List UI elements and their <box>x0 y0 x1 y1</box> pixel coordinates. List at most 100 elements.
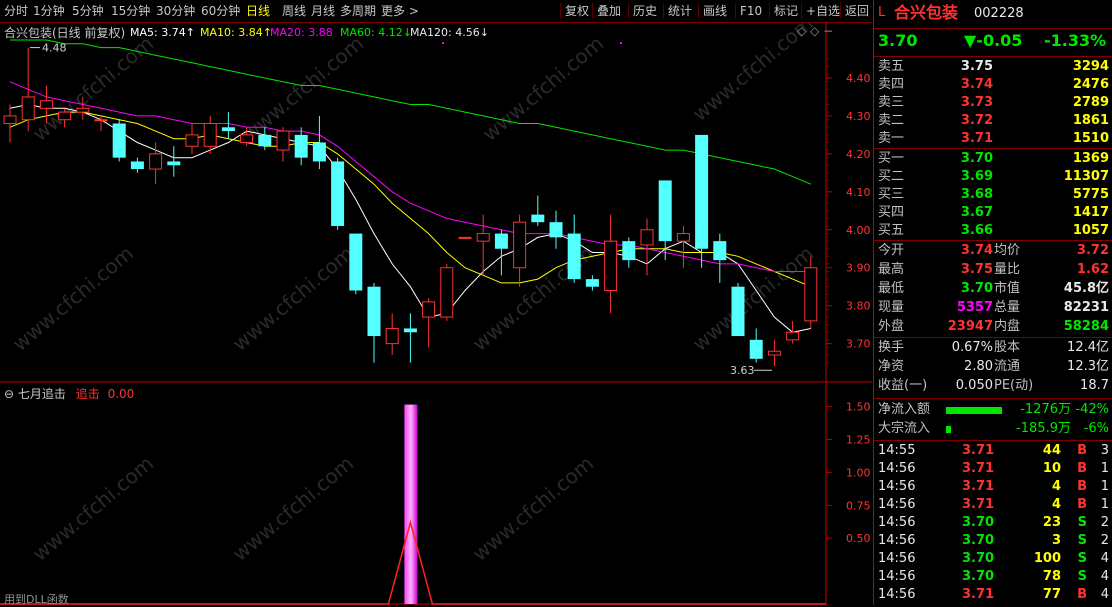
period-tab-5[interactable]: 60分钟 <box>201 0 240 22</box>
period-tab-8[interactable]: 月线 <box>311 0 335 22</box>
candle-body <box>749 339 763 359</box>
stat-row[interactable]: 最低 3.70 市值 45.8亿 <box>874 280 1112 298</box>
tool-button-7[interactable]: +自选 <box>806 0 840 22</box>
period-tab-1[interactable]: 1分钟 <box>33 0 65 22</box>
flow-pct: -6% <box>1083 421 1109 436</box>
bid-row[interactable]: 买五 3.66 1057 <box>874 222 1112 240</box>
period-tab-2[interactable]: 5分钟 <box>72 0 104 22</box>
tool-button-8[interactable]: 返回 <box>845 0 869 22</box>
diamond-icon[interactable]: ◇ ◇ − <box>797 24 833 38</box>
flow-value: -185.9万 <box>1016 421 1071 436</box>
tick-volume: 23 <box>1042 515 1061 530</box>
stat-row[interactable]: 最高 3.75 量比 1.62 <box>874 261 1112 279</box>
sub-y-tick-label: 0.50 <box>846 532 871 545</box>
tick-time: 14:56 <box>878 497 916 512</box>
period-tab-6[interactable]: 日线 <box>246 0 270 22</box>
tick-row[interactable]: 14:56 3.71 4 B 1 <box>874 478 1112 496</box>
ask-row[interactable]: 卖三 3.73 2789 <box>874 94 1112 112</box>
tool-button-0[interactable]: 复权 <box>565 0 589 22</box>
ask-price: 3.73 <box>960 95 993 110</box>
ask-row[interactable]: 卖五 3.75 3294 <box>874 58 1112 76</box>
candle-body <box>440 267 454 318</box>
high-price-marker: 4.48 <box>42 42 67 55</box>
candle-body <box>349 233 363 291</box>
candle-body <box>149 153 163 170</box>
tool-button-3[interactable]: 统计 <box>668 0 692 22</box>
stock-chart-title: 合兴包装(日线 前复权) <box>4 26 126 40</box>
collapse-icon[interactable]: ⊖ <box>4 387 18 401</box>
watermark: www.cfchi.com <box>8 241 138 356</box>
bid-price: 3.70 <box>960 151 993 166</box>
tool-button-1[interactable]: 叠加 <box>597 0 621 22</box>
flow-row[interactable]: 大宗流入 -185.9万 -6% <box>874 420 1112 438</box>
bid-row[interactable]: 买一 3.70 1369 <box>874 150 1112 168</box>
candle-body <box>567 233 581 280</box>
marker-dot <box>620 42 622 44</box>
tick-row[interactable]: 14:56 3.71 10 B 1 <box>874 460 1112 478</box>
tick-time: 14:56 <box>878 515 916 530</box>
period-tab-4[interactable]: 30分钟 <box>156 0 195 22</box>
period-tab-0[interactable]: 分时 <box>4 0 28 22</box>
tool-button-2[interactable]: 历史 <box>633 0 657 22</box>
tick-row[interactable]: 14:56 3.71 4 B 1 <box>874 496 1112 514</box>
candle-body <box>531 214 545 223</box>
tick-row[interactable]: 14:56 3.70 23 S 2 <box>874 514 1112 532</box>
stat-label: 均价 <box>994 243 1021 258</box>
tick-row[interactable]: 14:56 3.70 78 S 4 <box>874 568 1112 586</box>
stat2-value: 18.7 <box>1080 378 1109 393</box>
candle-body <box>167 161 181 166</box>
tick-volume: 77 <box>1042 587 1061 602</box>
stat-value: 5357 <box>956 300 993 315</box>
tick-row[interactable]: 14:56 3.70 3 S 2 <box>874 532 1112 550</box>
stat2-row[interactable]: 换手 0.67% 股本 12.4亿 <box>874 339 1112 357</box>
flow-bar <box>946 426 951 433</box>
candle-body <box>713 241 727 261</box>
ask-price: 3.71 <box>960 131 993 146</box>
candle-body <box>240 134 254 143</box>
ask-row[interactable]: 卖一 3.71 1510 <box>874 130 1112 148</box>
kline-chart[interactable]: 4.40 4.30 4.20 4.10 4.00 3.90 3.80 3.70 www.cfch… <box>0 22 872 605</box>
bid-label: 买三 <box>878 187 905 202</box>
bid-row[interactable]: 买二 3.69 11307 <box>874 168 1112 186</box>
flow-label: 大宗流入 <box>878 421 931 436</box>
watermark: www.cfchi.com <box>28 451 158 566</box>
ask-row[interactable]: 卖二 3.72 1861 <box>874 112 1112 130</box>
low-price-marker: 3.63 <box>730 364 755 377</box>
stat-value: 1.62 <box>1076 262 1109 277</box>
bid-volume: 1369 <box>1072 151 1109 166</box>
tool-button-5[interactable]: F10 <box>740 0 762 22</box>
tick-row[interactable]: 14:56 3.70 100 S 4 <box>874 550 1112 568</box>
tick-volume: 78 <box>1042 569 1061 584</box>
ask-label: 卖五 <box>878 59 905 74</box>
tick-side: B <box>1077 587 1087 602</box>
tool-button-6[interactable]: 标记 <box>774 0 798 22</box>
tick-count: 1 <box>1100 461 1109 476</box>
candle-body <box>76 107 90 113</box>
bid-row[interactable]: 买三 3.68 5775 <box>874 186 1112 204</box>
period-tab-9[interactable]: 多周期 <box>340 0 376 22</box>
tool-button-4[interactable]: 画线 <box>703 0 727 22</box>
stat-row[interactable]: 现量 5357 总量 82231 <box>874 299 1112 317</box>
stock-name[interactable]: 合兴包装 <box>894 4 958 22</box>
tick-row[interactable]: 14:55 3.71 44 B 3 <box>874 442 1112 460</box>
period-tab-7[interactable]: 周线 <box>282 0 306 22</box>
bid-row[interactable]: 买四 3.67 1417 <box>874 204 1112 222</box>
stat-label: 市值 <box>994 281 1021 296</box>
bid-volume: 1417 <box>1072 205 1109 220</box>
bid-price: 3.69 <box>960 169 993 184</box>
period-tab-10[interactable]: 更多 > <box>381 0 419 22</box>
watermark: www.cfchi.com <box>228 451 358 566</box>
stat2-row[interactable]: 收益(一) 0.050 PE(动) 18.7 <box>874 377 1112 395</box>
stat-value: 3.75 <box>960 262 993 277</box>
stat-row[interactable]: 今开 3.74 均价 3.72 <box>874 242 1112 260</box>
stat2-row[interactable]: 净资 2.80 流通 12.3亿 <box>874 358 1112 376</box>
period-tab-3[interactable]: 15分钟 <box>111 0 150 22</box>
ask-row[interactable]: 卖四 3.74 2476 <box>874 76 1112 94</box>
candle-body <box>331 161 345 226</box>
bid-label: 买五 <box>878 223 905 238</box>
stat-row[interactable]: 外盘 23947 内盘 58284 <box>874 318 1112 336</box>
tick-volume: 44 <box>1042 443 1061 458</box>
tick-row[interactable]: 14:56 3.71 77 B 4 <box>874 586 1112 604</box>
tick-count: 4 <box>1100 551 1109 566</box>
stat2-label: 流通 <box>994 359 1021 374</box>
